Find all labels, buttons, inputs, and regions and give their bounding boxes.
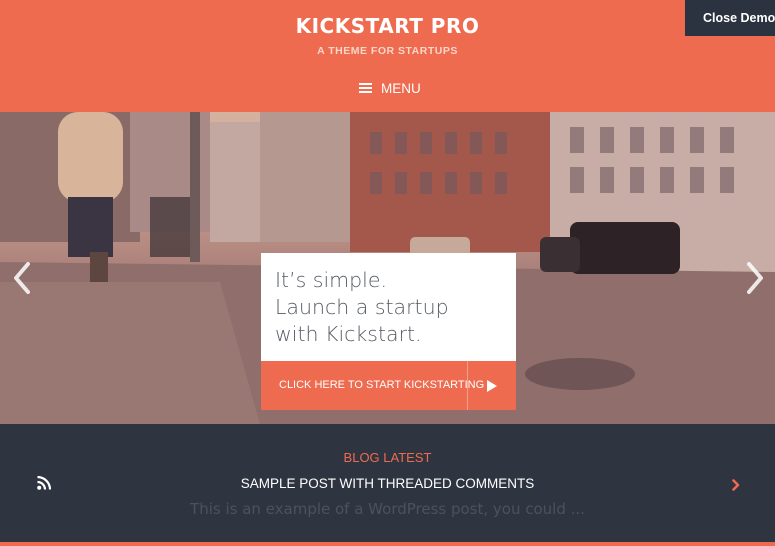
hero-caption-line: Launch a startup	[275, 295, 449, 319]
chevron-right-icon	[747, 262, 763, 294]
blog-latest-section: BLOG LATEST SAMPLE POST WITH THREADED CO…	[0, 424, 775, 542]
chevron-right-icon	[732, 479, 740, 491]
hero-caption: It’s simple. Launch a startup with Kicks…	[275, 267, 505, 348]
site-header: KICKSTART PRO A THEME FOR STARTUPS MENU	[0, 0, 775, 112]
start-kickstarting-button[interactable]: CLICK HERE TO START KICKSTARTING	[261, 361, 516, 410]
hero-caption-line: It’s simple.	[275, 268, 387, 292]
hero-caption-line: with Kickstart.	[275, 322, 422, 346]
post-excerpt: This is an example of a WordPress post, …	[190, 500, 585, 518]
cta-label: CLICK HERE TO START KICKSTARTING	[279, 379, 485, 391]
hamburger-icon	[359, 81, 372, 95]
close-demo-button[interactable]: Close Demo	[685, 0, 775, 36]
next-post-button[interactable]	[732, 478, 740, 496]
post-title-link[interactable]: SAMPLE POST WITH THREADED COMMENTS	[0, 476, 775, 491]
chevron-left-icon	[14, 262, 30, 294]
hero-caption-box: It’s simple. Launch a startup with Kicks…	[261, 253, 516, 361]
footer-accent-bar	[0, 542, 775, 546]
blog-heading: BLOG LATEST	[343, 450, 432, 465]
site-tagline: A THEME FOR STARTUPS	[317, 45, 458, 57]
slider-prev-button[interactable]	[10, 262, 34, 299]
play-icon	[467, 361, 516, 410]
site-title[interactable]: KICKSTART PRO	[0, 14, 775, 38]
slider-next-button[interactable]	[743, 262, 767, 299]
menu-label: MENU	[381, 80, 421, 96]
menu-toggle-button[interactable]: MENU	[359, 78, 421, 98]
